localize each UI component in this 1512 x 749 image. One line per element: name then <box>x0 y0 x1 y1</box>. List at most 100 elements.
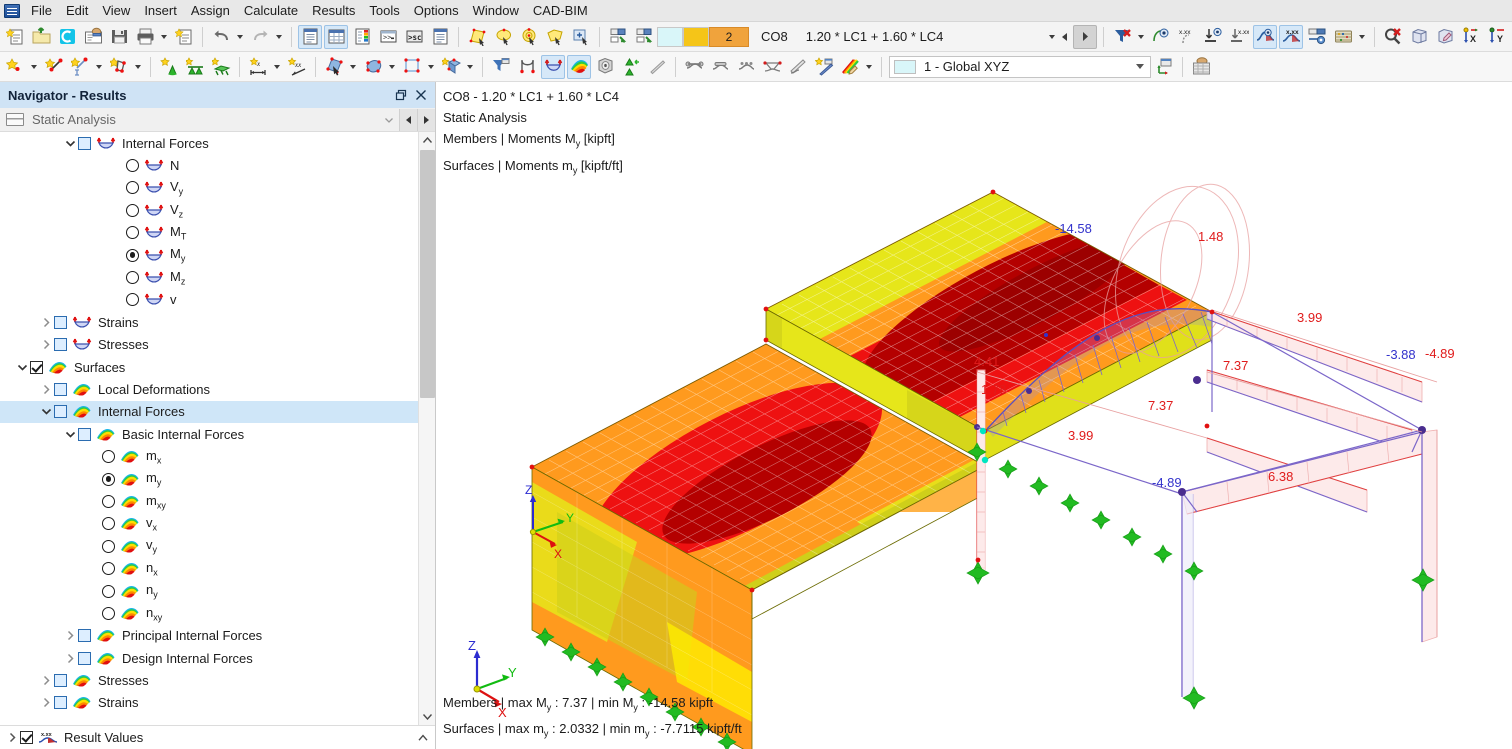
diagram-on-members-button[interactable] <box>760 55 784 79</box>
radio-surface-my[interactable] <box>102 472 115 486</box>
tree-item-surface-mx[interactable]: mx <box>0 445 418 467</box>
select-rectangle-button[interactable] <box>465 25 489 49</box>
select-objects-caret[interactable] <box>347 55 358 79</box>
select-rect-frame-caret[interactable] <box>425 55 436 79</box>
navigator-button[interactable] <box>298 24 322 49</box>
member-internal-forces-button[interactable] <box>541 54 565 79</box>
checkbox-surfaces-design-internal-forces[interactable] <box>78 651 91 665</box>
expander-closed-icon[interactable] <box>38 314 54 330</box>
result-section-button[interactable] <box>645 55 669 79</box>
show-deformation-button[interactable] <box>1149 25 1173 49</box>
radio-surface-vx[interactable] <box>102 517 115 531</box>
diagram-smooth-button[interactable] <box>734 55 758 79</box>
menu-insert[interactable]: Insert <box>137 0 184 22</box>
menu-cad-bim[interactable]: CAD-BIM <box>526 0 595 22</box>
solid-results-button[interactable] <box>593 55 617 79</box>
radio-surface-vy[interactable] <box>102 539 115 553</box>
load-case-dropdown-caret[interactable] <box>1046 25 1057 49</box>
menu-tools[interactable]: Tools <box>362 0 406 22</box>
snap-y-button[interactable]: Y <box>1485 25 1509 49</box>
cloud-button[interactable] <box>55 25 79 49</box>
tree-item-surface-nx[interactable]: nx <box>0 557 418 579</box>
console-button[interactable]: >> <box>376 25 400 49</box>
open-button[interactable] <box>29 25 53 49</box>
tree-item-surfaces-design-internal-forces[interactable]: Design Internal Forces <box>0 647 418 669</box>
load-case-step-back[interactable] <box>1059 25 1070 49</box>
checkbox-surfaces-internal-forces[interactable] <box>54 405 67 419</box>
calculation-caret[interactable] <box>1356 25 1367 49</box>
new-surface-support-button[interactable] <box>209 55 233 79</box>
undo-button[interactable] <box>209 25 233 49</box>
new-solid-caret[interactable] <box>464 55 475 79</box>
result-display-settings-button[interactable] <box>1305 25 1329 49</box>
checkbox-members-strains[interactable] <box>54 315 67 329</box>
tree-item-surface-nxy[interactable]: nxy <box>0 602 418 624</box>
calculation-button[interactable] <box>1331 25 1355 49</box>
show-result-values-button[interactable]: x.xx <box>1279 24 1303 49</box>
tree-item-member-n[interactable]: N <box>0 154 418 176</box>
checkbox-surfaces-stresses[interactable] <box>54 674 67 688</box>
select-objects-button[interactable] <box>322 55 346 79</box>
load-case-number[interactable]: 2 <box>709 26 749 47</box>
checkbox-members-stresses[interactable] <box>54 338 67 352</box>
new-model-button[interactable] <box>3 25 27 49</box>
coordinate-system-settings-button[interactable] <box>1152 55 1176 79</box>
new-line-support-button[interactable] <box>183 55 207 79</box>
checkbox-surfaces-local-deformations[interactable] <box>54 382 67 396</box>
menu-file[interactable]: File <box>24 0 59 22</box>
model-viewport[interactable]: CO8 - 1.20 * LC1 + 1.60 * LC4 Static Ana… <box>437 82 1512 749</box>
select-volume-caret[interactable] <box>386 55 397 79</box>
scrollbar-thumb[interactable] <box>420 150 435 398</box>
radio-surface-ny[interactable] <box>102 584 115 598</box>
tree-item-surfaces-strains[interactable]: Strains <box>0 692 418 714</box>
printout-report-button[interactable] <box>172 25 196 49</box>
model-info-button[interactable] <box>81 25 105 49</box>
tree-item-member-v[interactable]: v <box>0 289 418 311</box>
new-result-diagram-button[interactable] <box>812 55 836 79</box>
close-icon[interactable] <box>411 85 431 105</box>
tree-item-surface-vx[interactable]: vx <box>0 513 418 535</box>
script-button[interactable]: >sc <box>402 25 426 49</box>
coordinate-system-combo[interactable]: 1 - Global XYZ <box>889 55 1151 78</box>
radio-member-mz[interactable] <box>126 271 139 285</box>
tree-item-member-my[interactable]: My <box>0 244 418 266</box>
scroll-up-icon[interactable] <box>419 132 435 149</box>
radio-member-vz[interactable] <box>126 203 139 217</box>
chevron-down-icon[interactable] <box>1130 57 1150 77</box>
radio-surface-nxy[interactable] <box>102 606 115 620</box>
select-polygon-button[interactable] <box>543 25 567 49</box>
tree-item-surfaces-internal-forces[interactable]: Internal Forces <box>0 400 418 424</box>
tree-item-member-vz[interactable]: Vz <box>0 199 418 221</box>
show-deformation-values-button[interactable]: x.xx <box>1175 25 1199 49</box>
tree-item-surfaces-principal-internal-forces[interactable]: Principal Internal Forces <box>0 625 418 647</box>
diagram-linear-button[interactable] <box>708 55 732 79</box>
analysis-prev-button[interactable] <box>399 108 417 131</box>
dimension-caret[interactable] <box>271 55 282 79</box>
radio-member-vy[interactable] <box>126 181 139 195</box>
new-surface-button[interactable] <box>107 55 131 79</box>
tree-item-member-mz[interactable]: Mz <box>0 266 418 288</box>
coordinate-dimension-button[interactable]: xx <box>285 55 309 79</box>
tree-item-surface-mxy[interactable]: mxy <box>0 490 418 512</box>
navigator-scrollbar[interactable] <box>418 132 435 725</box>
select-special-button[interactable] <box>569 25 593 49</box>
show-deformed-shape-button[interactable] <box>515 55 539 79</box>
radio-surface-nx[interactable] <box>102 562 115 576</box>
checkbox-surfaces[interactable] <box>30 360 43 374</box>
radio-surface-mx[interactable] <box>102 450 115 464</box>
filter-results-caret[interactable] <box>1135 25 1146 49</box>
expander-open-icon[interactable] <box>38 404 54 420</box>
chevron-down-icon[interactable] <box>379 110 399 130</box>
radio-surface-mxy[interactable] <box>102 494 115 508</box>
support-reaction-values-button[interactable]: x.xx <box>1227 25 1251 49</box>
radio-member-n[interactable] <box>126 159 139 173</box>
scroll-down-icon[interactable] <box>419 708 435 725</box>
print-dropdown-caret[interactable] <box>158 25 169 49</box>
print-button[interactable] <box>133 25 157 49</box>
new-line-button[interactable] <box>42 55 66 79</box>
menu-calculate[interactable]: Calculate <box>237 0 305 22</box>
tree-item-surface-vy[interactable]: vy <box>0 535 418 557</box>
redo-button[interactable] <box>248 25 272 49</box>
new-surface-caret[interactable] <box>132 55 143 79</box>
select-volume-button[interactable] <box>361 55 385 79</box>
